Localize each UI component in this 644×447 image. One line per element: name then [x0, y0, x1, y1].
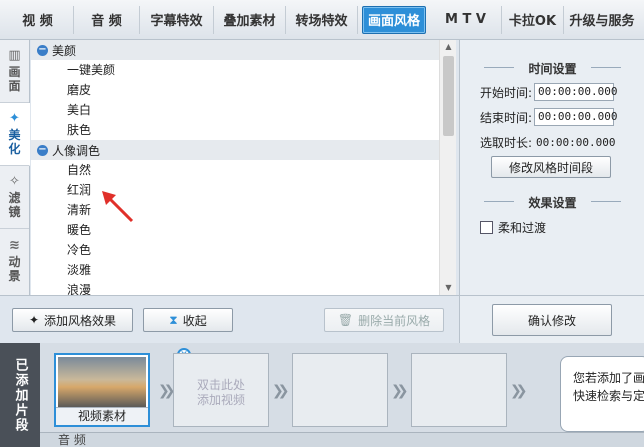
tree-item[interactable]: 浪漫: [31, 280, 439, 295]
tree-item[interactable]: 磨皮: [31, 80, 439, 100]
tab-karaoke[interactable]: 卡拉OK: [502, 5, 564, 34]
tree-item[interactable]: 清新: [31, 200, 439, 220]
tab-video[interactable]: 视 频: [2, 5, 74, 34]
audio-track-label: 音 频: [40, 432, 644, 447]
empty-clip-slot[interactable]: 双击此处 添加视频: [173, 353, 269, 427]
clip-caption: 视频素材: [56, 407, 148, 425]
collapse-icon[interactable]: −: [37, 44, 48, 56]
tip-popup: 您若添加了画 快速检索与定: [560, 356, 644, 432]
tip-line: 您若添加了画: [573, 371, 644, 385]
add-style-button[interactable]: ✦ 添加风格效果: [12, 308, 133, 332]
tree-item[interactable]: 红润: [31, 180, 439, 200]
tree-item[interactable]: 一键美颜: [31, 60, 439, 80]
style-tree: − 美颜 一键美颜 磨皮 美白 肤色 − 人像调色 自然 红润 清新 暖色 冷色…: [31, 40, 439, 295]
collapse-icon: ⧗: [169, 312, 178, 327]
tab-upgrade-service[interactable]: 升级与服务: [564, 6, 640, 34]
group-label: 美颜: [52, 43, 77, 58]
tree-group-portrait-tone[interactable]: − 人像调色: [31, 140, 439, 160]
tip-line: 快速检索与定: [573, 389, 644, 403]
tree-group-beauty[interactable]: − 美颜: [31, 40, 439, 60]
tab-audio[interactable]: 音 频: [74, 5, 140, 34]
collapse-icon[interactable]: −: [37, 144, 48, 156]
duration-label: 选取时长:: [480, 136, 533, 150]
tab-picture-style[interactable]: 画面风格: [362, 5, 426, 34]
tab-overlay-material[interactable]: 叠加素材: [214, 5, 286, 34]
start-time-label: 开始时间:: [480, 85, 533, 100]
empty-clip-slot[interactable]: [411, 353, 507, 427]
settings-panel: 时间设置 开始时间: 00:00:00.000 结束时间: 00:00:00.0…: [459, 40, 644, 295]
arrow-icon: ❯❯: [510, 383, 528, 399]
tree-scrollbar[interactable]: ▲ ▼: [439, 40, 456, 295]
modify-style-time-button[interactable]: 修改风格时间段: [491, 156, 611, 178]
scroll-up-icon[interactable]: ▲: [440, 40, 457, 54]
tree-item[interactable]: 暖色: [31, 220, 439, 240]
start-time-field[interactable]: 00:00:00.000: [534, 83, 618, 101]
side-tab-picture[interactable]: ▥ 画面: [0, 40, 29, 103]
confirm-area: 确认修改: [459, 295, 644, 343]
collapse-label: 收起: [182, 313, 207, 328]
side-tab-beautify[interactable]: ✦ 美化: [0, 103, 30, 166]
add-style-label: 添加风格效果: [44, 313, 117, 328]
wave-icon: ≋: [9, 237, 20, 253]
side-tab-label: 滤镜: [8, 191, 21, 219]
trash-icon: 🗑: [337, 313, 354, 327]
tree-item[interactable]: 美白: [31, 100, 439, 120]
added-clips-label: 已添加片段: [0, 343, 40, 447]
tree-item[interactable]: 淡雅: [31, 260, 439, 280]
side-tab-bar: ▥ 画面 ✦ 美化 ✧ 滤镜 ≋ 动景: [0, 40, 30, 295]
tree-item[interactable]: 肤色: [31, 120, 439, 140]
clip-thumbnail: [58, 357, 146, 407]
collapse-button[interactable]: ⧗ 收起: [143, 308, 233, 332]
side-tab-label: 画面: [8, 65, 21, 93]
slot-placeholder: 双击此处 添加视频: [196, 378, 245, 407]
tree-item[interactable]: 自然: [31, 160, 439, 180]
magic-wand-icon: ✦: [28, 313, 40, 327]
arrow-icon: ❯❯: [391, 383, 409, 399]
top-tab-bar: 视 频 音 频 字幕特效 叠加素材 转场特效 画面风格 M T V 卡拉OK 升…: [0, 0, 644, 40]
tab-mtv[interactable]: M T V: [430, 5, 502, 34]
delete-style-label: 删除当前风格: [358, 313, 431, 328]
side-tab-label: 美化: [8, 128, 21, 156]
delete-style-button[interactable]: 🗑 删除当前风格: [324, 308, 444, 332]
scroll-thumb[interactable]: [443, 56, 454, 136]
time-settings-title: 时间设置: [460, 60, 644, 77]
end-time-label: 结束时间:: [480, 110, 533, 125]
side-tab-motion[interactable]: ≋ 动景: [0, 229, 29, 292]
tab-transition-effects[interactable]: 转场特效: [286, 5, 358, 34]
arrow-icon: ❯❯: [272, 383, 290, 399]
group-label: 人像调色: [52, 143, 101, 158]
end-time-field[interactable]: 00:00:00.000: [534, 108, 618, 126]
empty-clip-slot[interactable]: [292, 353, 388, 427]
tree-item[interactable]: 冷色: [31, 240, 439, 260]
confirm-modify-button[interactable]: 确认修改: [492, 304, 612, 336]
duration-value: 00:00:00.000: [536, 136, 616, 149]
effect-settings-title: 效果设置: [460, 194, 644, 211]
annotation-arrow-icon: [102, 191, 134, 223]
side-tab-filter[interactable]: ✧ 滤镜: [0, 166, 29, 229]
video-clip[interactable]: 视频素材: [54, 353, 150, 427]
style-toolbar: ✦ 添加风格效果 ⧗ 收起 🗑 删除当前风格: [0, 295, 459, 343]
fade-label: 柔和过渡: [498, 221, 547, 235]
magic-wand-icon: ✦: [9, 111, 20, 126]
fade-checkbox[interactable]: [480, 221, 493, 234]
tab-subtitle-effects[interactable]: 字幕特效: [140, 5, 214, 34]
film-icon: ▥: [8, 48, 21, 63]
scroll-down-icon[interactable]: ▼: [440, 281, 457, 295]
sparkle-wand-icon: ✧: [9, 174, 20, 189]
side-tab-label: 动景: [8, 254, 21, 283]
arrow-icon: ❯❯: [158, 383, 176, 399]
